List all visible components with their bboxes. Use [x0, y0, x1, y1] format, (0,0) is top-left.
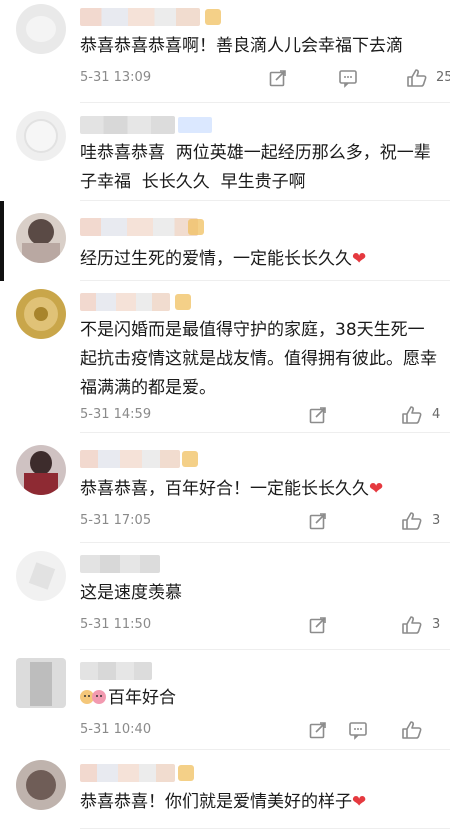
heart-emoji: ❤: [369, 479, 384, 499]
comment-text: 哇恭喜恭喜 两位英雄一起经历那么多，祝一辈子幸福 长长久久 早生贵子啊: [80, 143, 431, 192]
username[interactable]: [80, 293, 170, 311]
comment-icon[interactable]: [348, 720, 368, 740]
comment-meta: 5-31 10:40: [80, 720, 440, 742]
user-badge: [178, 117, 212, 133]
comment-text: 恭喜恭喜，百年好合！一定能长长久久❤: [80, 479, 384, 499]
share-icon[interactable]: [308, 615, 328, 635]
comment-time: 5-31 10:40: [80, 722, 152, 737]
comment-item: 恭喜恭喜，百年好合！一定能长长久久❤ 5-31 17:05 3: [0, 433, 450, 543]
like-icon[interactable]: [406, 68, 428, 88]
comment-meta: 5-31 14:59 4: [80, 405, 440, 427]
username[interactable]: [80, 218, 198, 236]
comment-time: 5-31 13:09: [80, 70, 152, 85]
username[interactable]: [80, 662, 152, 680]
user-badge: [175, 294, 191, 310]
user-badge: [188, 219, 204, 235]
like-icon[interactable]: [401, 511, 423, 531]
avatar[interactable]: [16, 213, 66, 263]
like-icon[interactable]: [401, 405, 423, 425]
heart-emoji: ❤: [352, 249, 367, 269]
username[interactable]: [80, 555, 160, 573]
comment-feed: 恭喜恭喜恭喜啊！善良滴人儿会幸福下去滴 5-31 13:09 252 哇恭喜恭喜…: [0, 0, 450, 829]
username[interactable]: [80, 764, 175, 782]
username[interactable]: [80, 450, 180, 468]
username[interactable]: [80, 116, 175, 134]
username[interactable]: [80, 8, 200, 26]
comment-text: 百年好合: [80, 684, 440, 713]
avatar[interactable]: [16, 658, 66, 708]
comment-item: 这是速度羡慕 5-31 11:50 3: [0, 543, 450, 650]
heart-emoji: ❤: [352, 792, 367, 812]
avatar[interactable]: [16, 760, 66, 810]
like-icon[interactable]: [401, 720, 423, 740]
left-edge-bar: [0, 201, 4, 281]
comment-time: 5-31 14:59: [80, 407, 152, 422]
comment-meta: 5-31 11:50 3: [80, 615, 440, 637]
avatar[interactable]: [16, 4, 66, 54]
comment-item: 百年好合 5-31 10:40: [0, 650, 450, 750]
comment-item: 恭喜恭喜！你们就是爱情美好的样子❤: [0, 750, 450, 829]
share-icon[interactable]: [308, 405, 328, 425]
share-icon[interactable]: [308, 720, 328, 740]
share-icon[interactable]: [268, 68, 288, 88]
avatar[interactable]: [16, 551, 66, 601]
comment-meta: 5-31 17:05 3: [80, 511, 440, 533]
comment-text: 恭喜恭喜恭喜啊！善良滴人儿会幸福下去滴: [80, 36, 403, 56]
like-count: 4: [432, 407, 441, 422]
avatar[interactable]: [16, 111, 66, 161]
like-count: 3: [432, 617, 441, 632]
comment-time: 5-31 17:05: [80, 513, 152, 528]
comment-text: 经历过生死的爱情，一定能长长久久❤: [80, 249, 367, 269]
user-badge: [178, 765, 194, 781]
user-badge: [182, 451, 198, 467]
like-icon[interactable]: [401, 615, 423, 635]
comment-item: 不是闪婚而是最值得守护的家庭，38天生死一起抗击疫情这就是战友情。值得拥有彼此。…: [0, 281, 450, 433]
avatar[interactable]: [16, 289, 66, 339]
avatar[interactable]: [16, 445, 66, 495]
comment-text: 不是闪婚而是最值得守护的家庭，38天生死一起抗击疫情这就是战友情。值得拥有彼此。…: [80, 320, 437, 398]
like-count: 3: [432, 513, 441, 528]
sticker-icon: [80, 687, 106, 705]
comment-item: 哇恭喜恭喜 两位英雄一起经历那么多，祝一辈子幸福 长长久久 早生贵子啊: [0, 103, 450, 201]
comment-item: 恭喜恭喜恭喜啊！善良滴人儿会幸福下去滴 5-31 13:09 252: [0, 0, 450, 103]
comment-text: 这是速度羡慕: [80, 583, 182, 603]
share-icon[interactable]: [308, 511, 328, 531]
comment-time: 5-31 11:50: [80, 617, 152, 632]
comment-text: 恭喜恭喜！你们就是爱情美好的样子❤: [80, 792, 367, 812]
user-badge: [205, 9, 221, 25]
comment-icon[interactable]: [338, 68, 358, 88]
like-count: 252: [436, 70, 450, 85]
comment-meta: 5-31 13:09 252: [80, 68, 450, 90]
comment-item: 经历过生死的爱情，一定能长长久久❤: [0, 201, 450, 281]
